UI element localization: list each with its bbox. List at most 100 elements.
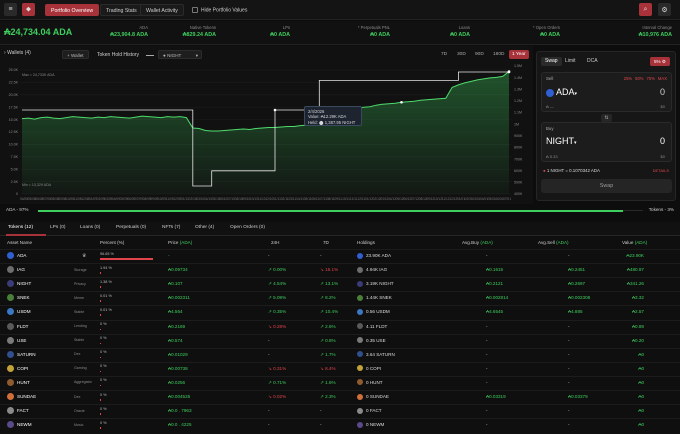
table-row[interactable]: SNEK Meme 0.01 % ₳0.002311 ↗ 5.09% ↗ 8.2% 1.44… bbox=[0, 291, 680, 304]
col-holdings[interactable]: Holdings bbox=[357, 240, 375, 245]
swap-direction-icon[interactable]: ⇅ bbox=[601, 114, 612, 122]
sell-pct-75[interactable]: 75% bbox=[647, 76, 655, 81]
tab-tokens[interactable]: Tokens (12) bbox=[8, 225, 33, 230]
change-24h-value: - bbox=[268, 351, 270, 357]
hide-values-toggle[interactable]: Hide Portfolio Values bbox=[192, 7, 247, 13]
buy-token-select[interactable]: NIGHT▾ bbox=[546, 136, 577, 146]
slippage-value: 5% bbox=[653, 59, 661, 64]
col-price-label: Price bbox=[168, 240, 179, 245]
holding-coin-icon bbox=[357, 294, 363, 301]
sell-amount-input[interactable]: 0 bbox=[660, 87, 665, 97]
table-row[interactable]: COPI Gaming 0 % ₳0.00738 ↘ 0.31% ↘ 8.4% 0 COPI… bbox=[0, 361, 680, 375]
gear-icon[interactable]: ⚙ bbox=[658, 3, 671, 16]
tab-open-orders[interactable]: Open Orders (0) bbox=[230, 225, 265, 230]
tab-lps[interactable]: LPs (0) bbox=[50, 225, 65, 230]
nav-tab-wallet-activity[interactable]: Wallet Activity bbox=[140, 4, 184, 16]
holdings-cell: 4.94K IAG bbox=[366, 267, 388, 273]
col-avg-buy-label: Avg.Buy bbox=[462, 240, 480, 245]
holdings-table: Asset Name Percent (%) Price (ADA) 24H 7… bbox=[0, 237, 680, 434]
col-percent[interactable]: Percent (%) bbox=[100, 240, 124, 245]
holdings-cell: 3.64 SATURN bbox=[366, 351, 395, 357]
table-row[interactable]: USE Stable 0 % ₳0.574 - ↗ 0.8% 0.35 USE - - ₳0.20 bbox=[0, 333, 680, 347]
slippage-button[interactable]: 5% ⚙ bbox=[649, 57, 670, 66]
rate-text: 1 NIGHT = 0.1070342 ADA bbox=[546, 168, 600, 173]
holdings-cell: 0 FACT bbox=[366, 408, 382, 414]
avg-sell-cell: - bbox=[568, 365, 570, 371]
table-row[interactable]: NIGHT Privacy 1.38 % ₳0.107 ↗ 4.54% ↗ 13.1% 3.… bbox=[0, 277, 680, 290]
nav-tab-trading-stats[interactable]: Trading Stats bbox=[100, 4, 143, 16]
table-row[interactable]: SATURN Dex 0 % ₳0.01029 - ↗ 1.7% 3.64 SATURN - -… bbox=[0, 347, 680, 361]
portfolio-chart[interactable]: 25.0K 22.5K 20.0K 17.5K 15.0K 12.5K 10.0K 7.5K 5… bbox=[0, 46, 533, 204]
table-row[interactable]: NEWM Music 0 % ₳0.0 . 4225 - - 0 NEWM - - ₳0 bbox=[0, 418, 680, 431]
search-icon[interactable]: ⌕ bbox=[639, 3, 652, 16]
sell-pct-50[interactable]: 50% bbox=[635, 76, 643, 81]
asset-name: NIGHT bbox=[17, 281, 32, 287]
table-row[interactable]: FLDT Lending 0 % ₳0.2169 ↘ 0.28% ↗ 2.6% 4.11 F… bbox=[0, 319, 680, 333]
price-cell: ₳0.0 . 4225 bbox=[168, 422, 192, 428]
coin-icon bbox=[7, 378, 14, 386]
menu-icon[interactable]: ≡ bbox=[4, 3, 17, 16]
sell-pct-max[interactable]: MAX bbox=[658, 76, 667, 81]
asset-name: USE bbox=[17, 337, 27, 343]
value-cell: ₳3.32 bbox=[631, 295, 644, 301]
change-24h-value: 0.35% bbox=[273, 309, 287, 315]
col-avg-buy-unit: (ADA) bbox=[480, 240, 493, 245]
table-row[interactable]: ADA ♛ 96.65 % - - - 23.90K ADA - - ₳23.90K bbox=[0, 249, 680, 262]
logo-icon[interactable]: ⬥ bbox=[22, 3, 35, 16]
swap-tab-limit[interactable]: Limit bbox=[561, 57, 580, 66]
tab-loans[interactable]: Loans (0) bbox=[80, 225, 100, 230]
change-7d: ↗ 2.6% bbox=[320, 324, 336, 330]
coin-icon bbox=[7, 280, 14, 288]
buy-amount-input[interactable]: 0 bbox=[660, 136, 665, 146]
table-row[interactable]: USDM Stable 0.01 % ₳4.564 ↗ 0.35% ↗ 10.4% 0.56… bbox=[0, 305, 680, 318]
coin-icon bbox=[7, 350, 14, 358]
hide-values-label: Hide Portfolio Values bbox=[201, 7, 248, 14]
col-value-unit: (ADA) bbox=[634, 240, 648, 245]
coin-icon bbox=[7, 322, 14, 330]
change-24h-value: - bbox=[268, 337, 270, 343]
col-avg-sell[interactable]: Avg.Sell (ADA) bbox=[538, 240, 569, 245]
checkbox-icon[interactable] bbox=[192, 7, 198, 13]
tab-perpetuals[interactable]: Perpetuals (0) bbox=[116, 225, 146, 230]
swap-tab-swap[interactable]: Swap bbox=[541, 57, 562, 66]
details-link[interactable]: DETAILS bbox=[653, 168, 669, 173]
swap-tab-dca[interactable]: DCA bbox=[583, 57, 602, 66]
col-asset[interactable]: Asset Name bbox=[7, 240, 32, 245]
col-24h[interactable]: 24H bbox=[271, 240, 279, 245]
price-cell: ₳0.0256 bbox=[168, 379, 186, 385]
coin-icon bbox=[7, 393, 14, 400]
avg-buy-cell: - bbox=[486, 379, 488, 385]
tab-other[interactable]: Other (4) bbox=[195, 225, 214, 230]
holding-coin-icon bbox=[357, 266, 363, 273]
avg-sell-cell: - bbox=[568, 408, 570, 414]
value-cell: ₳2.57 bbox=[631, 309, 644, 315]
tab-nfts[interactable]: NFTs (7) bbox=[162, 225, 180, 230]
table-row[interactable]: HUNT Aggregator 0 % ₳0.0256 ↗ 0.71% ↗ 1.6% 0 H… bbox=[0, 375, 680, 389]
data-point-marker bbox=[400, 100, 403, 104]
col-value[interactable]: Value (ADA) bbox=[622, 240, 647, 245]
change-7d-value: 8.2% bbox=[325, 295, 336, 301]
table-row[interactable]: FACT Oracle 0 % ₳0.0 . 7963 - - 0 FACT - - ₳0 bbox=[0, 404, 680, 417]
y-right-tick: 1M bbox=[514, 122, 519, 126]
y-right-tick: 1.5M bbox=[514, 64, 522, 68]
col-avg-buy[interactable]: Avg.Buy (ADA) bbox=[462, 240, 493, 245]
col-value-label: Value bbox=[622, 240, 634, 245]
asset-name: SATURN bbox=[17, 351, 36, 357]
table-row[interactable]: SUNDAE Dex 0 % ₳0.004526 ↘ 0.02% ↗ 2.3% 0 SUND… bbox=[0, 390, 680, 403]
holding-coin-icon bbox=[357, 421, 363, 428]
asset-category: Aggregator bbox=[74, 380, 92, 385]
col-price[interactable]: Price (ADA) bbox=[168, 240, 192, 245]
change-7d-value: - bbox=[320, 253, 322, 258]
table-row[interactable]: IAG Storage 1.94 % ₳0.09734 ↗ 0.00% ↘ 15.1% 4.… bbox=[0, 263, 680, 276]
col-7d[interactable]: 7D bbox=[323, 240, 329, 245]
swap-button[interactable]: Swap bbox=[541, 179, 672, 193]
sell-pct-25[interactable]: 25% bbox=[624, 76, 632, 81]
nav-tab-portfolio-overview[interactable]: Portfolio Overview bbox=[45, 4, 100, 16]
sell-token-select[interactable]: ADA▾ bbox=[546, 87, 577, 97]
coin-icon bbox=[7, 364, 14, 372]
avg-sell-cell: - bbox=[568, 253, 570, 258]
price-cell: ₳0.09734 bbox=[168, 267, 188, 273]
percent-text: 0 % bbox=[100, 322, 107, 326]
asset-category: Dex bbox=[74, 394, 81, 399]
y-left-tick: 12.5K bbox=[9, 130, 19, 134]
